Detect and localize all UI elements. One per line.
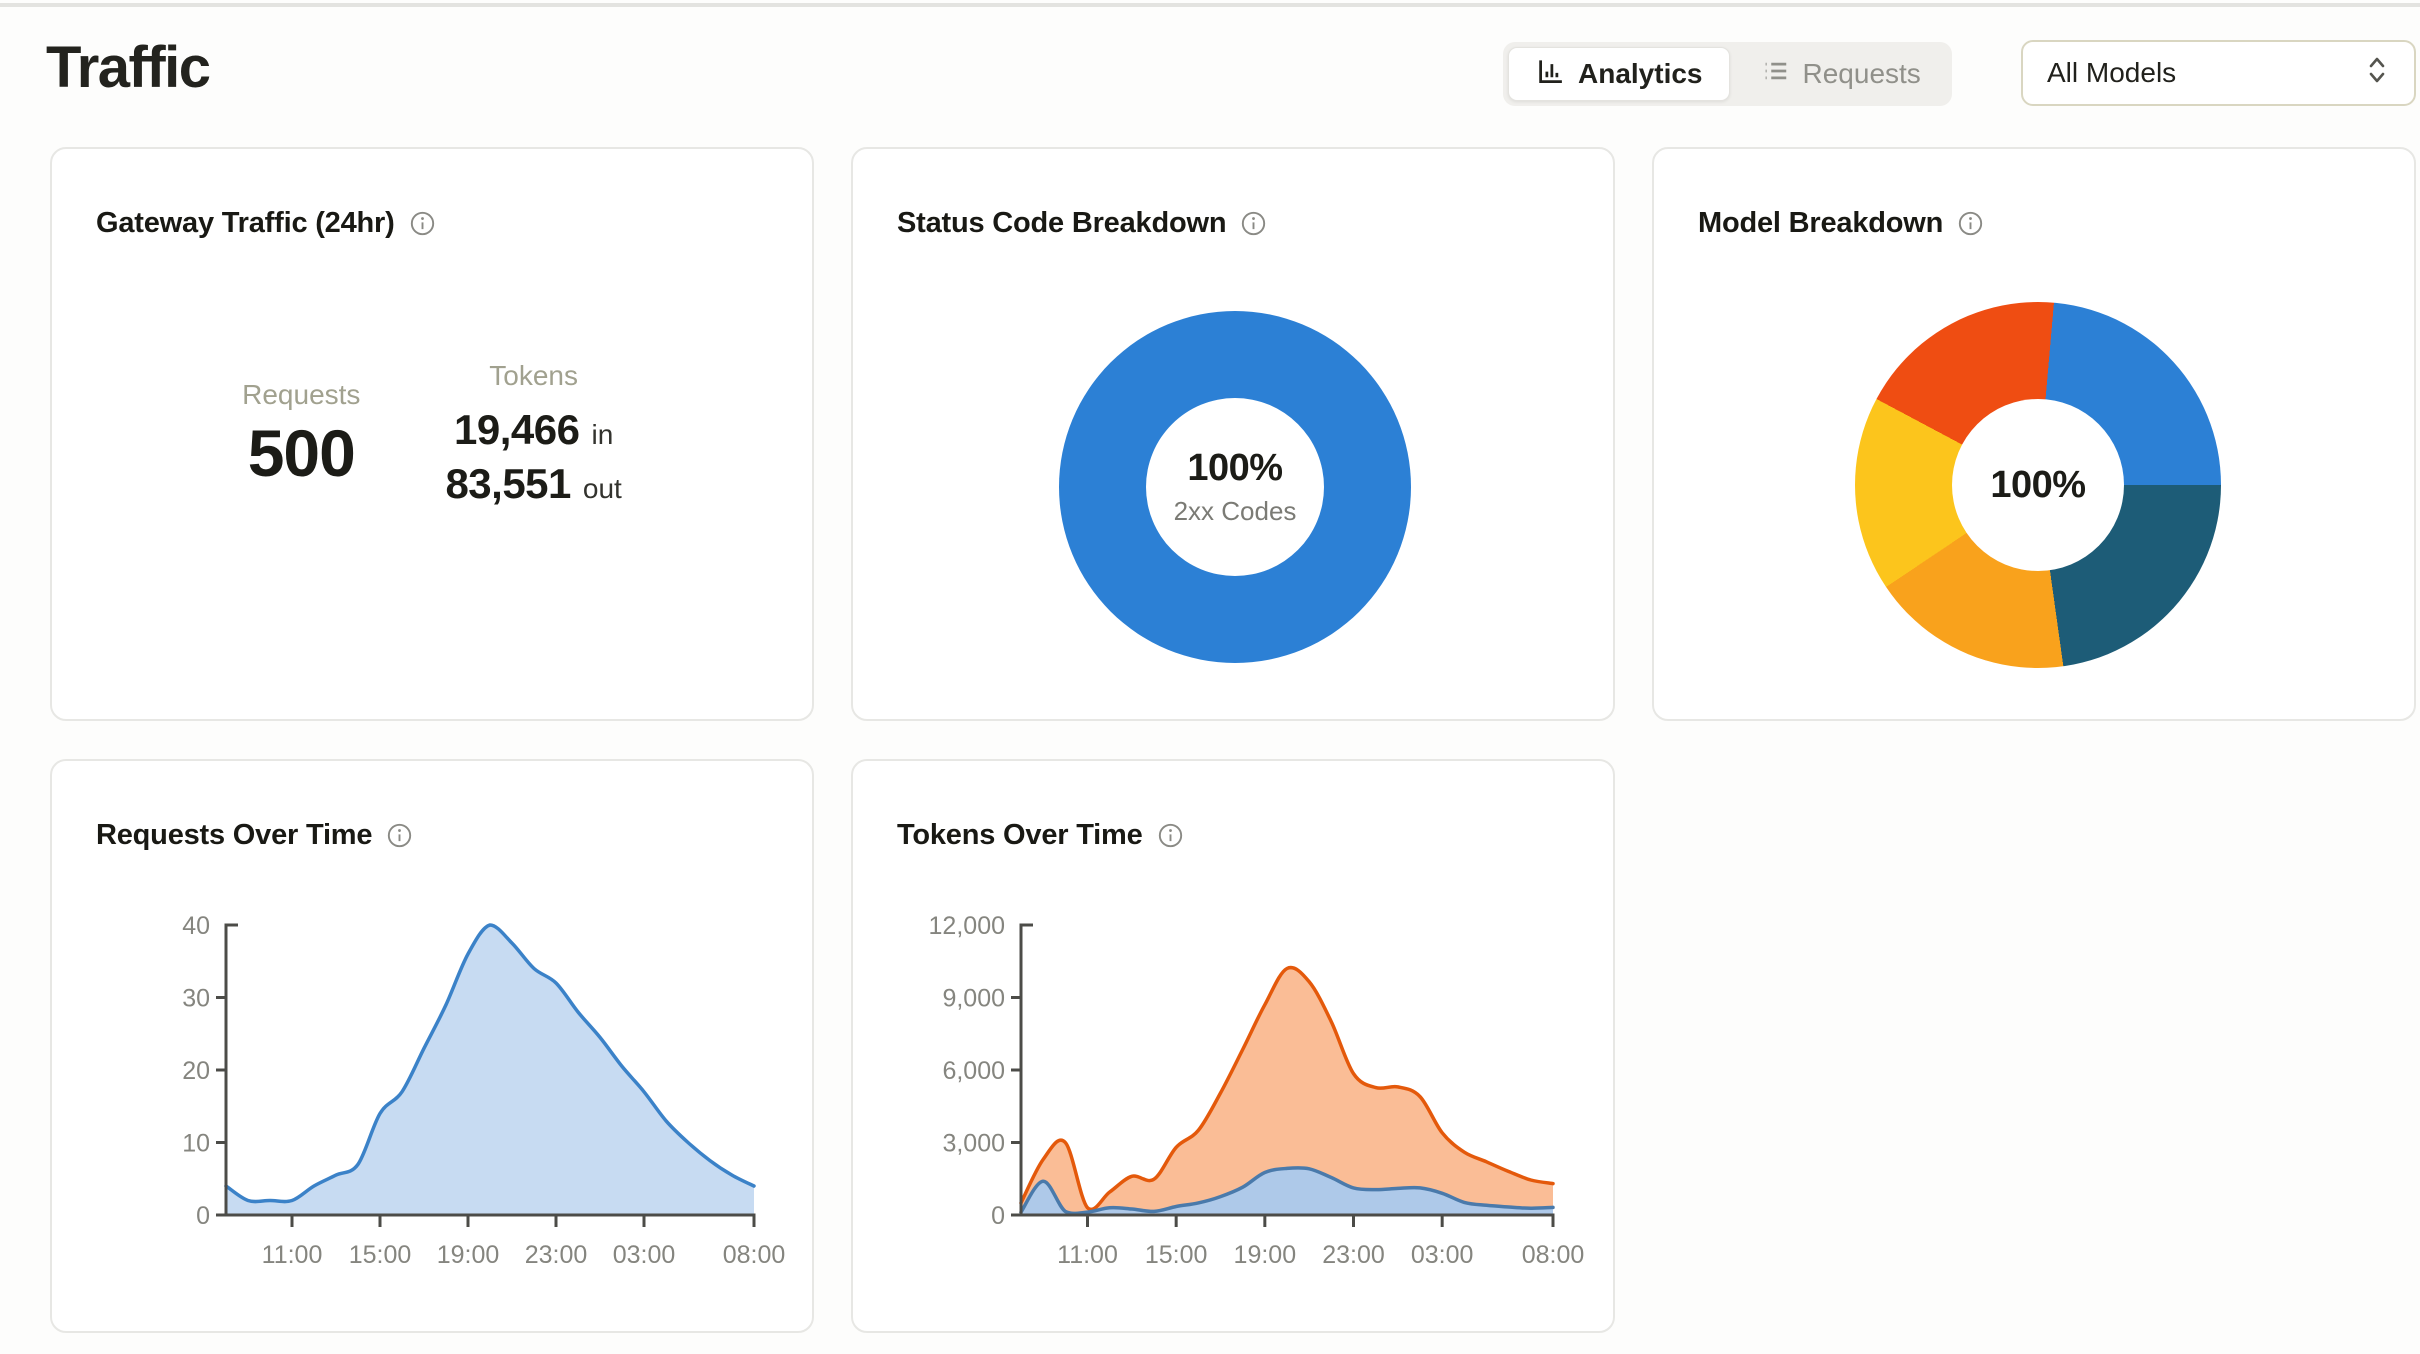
tab-requests-label: Requests — [1803, 58, 1921, 90]
list-icon — [1760, 56, 1790, 93]
status-code-breakdown-card: Status Code Breakdown 100% 2xx Codes — [851, 147, 1615, 721]
model-breakdown-donut-chart: 100% — [1855, 302, 2221, 668]
tokens-over-time-chart: 0 3,000 6,000 9,000 12,000 11:00 15:00 19:00 23:… — [853, 761, 1617, 1335]
gateway-stats: Requests 500 Tokens 19,466 in 83,551 out — [52, 149, 812, 719]
tokens-stat-label: Tokens — [489, 360, 578, 392]
svg-text:9,000: 9,000 — [942, 985, 1005, 1013]
tokens-out-suffix: out — [583, 473, 622, 505]
svg-text:23:00: 23:00 — [1322, 1241, 1385, 1269]
svg-text:15:00: 15:00 — [1145, 1241, 1208, 1269]
requests-stat-label: Requests — [242, 379, 360, 411]
svg-text:40: 40 — [182, 912, 210, 940]
status-card-title: Status Code Breakdown — [897, 207, 1267, 240]
svg-text:0: 0 — [196, 1202, 210, 1230]
svg-text:23:00: 23:00 — [525, 1241, 588, 1269]
requests-stat-value: 500 — [248, 419, 355, 488]
info-icon[interactable] — [1240, 210, 1267, 237]
select-chevrons-icon — [2364, 50, 2390, 97]
svg-text:10: 10 — [182, 1130, 210, 1158]
tab-analytics-label: Analytics — [1578, 58, 1703, 90]
svg-text:15:00: 15:00 — [349, 1241, 412, 1269]
status-card-title-text: Status Code Breakdown — [897, 207, 1226, 240]
model-card-title: Model Breakdown — [1698, 207, 1984, 240]
model-filter-select[interactable]: All Models — [2021, 40, 2416, 106]
gateway-tokens-stat: Tokens 19,466 in 83,551 out — [445, 360, 621, 508]
status-donut-percent: 100% — [1187, 447, 1282, 490]
page-title: Traffic — [46, 34, 210, 101]
view-toggle: Analytics Requests — [1503, 42, 1952, 106]
svg-text:20: 20 — [182, 1057, 210, 1085]
svg-text:6,000: 6,000 — [942, 1057, 1005, 1085]
svg-text:08:00: 08:00 — [1522, 1241, 1585, 1269]
model-filter-value: All Models — [2047, 57, 2176, 89]
svg-text:3,000: 3,000 — [942, 1130, 1005, 1158]
requests-over-time-chart: 0 10 20 30 40 11:00 15:00 19:00 23:00 03:00 08:00 — [52, 761, 816, 1335]
tokens-over-time-card: Tokens Over Time 03,0006,0009,00012,0001… — [851, 759, 1615, 1333]
svg-text:19:00: 19:00 — [1234, 1241, 1297, 1269]
tab-requests[interactable]: Requests — [1734, 47, 1947, 101]
tokens-in-row: 19,466 in — [454, 406, 613, 454]
svg-text:08:00: 08:00 — [723, 1241, 786, 1269]
status-donut-label: 2xx Codes — [1174, 496, 1297, 527]
gateway-traffic-card: Gateway Traffic (24hr) Requests 500 Toke… — [50, 147, 814, 721]
tokens-out-row: 83,551 out — [445, 460, 621, 508]
info-icon[interactable] — [1957, 210, 1984, 237]
status-code-donut-chart: 100% 2xx Codes — [1059, 311, 1411, 663]
svg-text:11:00: 11:00 — [262, 1241, 323, 1269]
gateway-requests-stat: Requests 500 — [242, 379, 360, 488]
bar-chart-icon — [1535, 56, 1565, 93]
svg-text:12,000: 12,000 — [929, 912, 1005, 940]
model-breakdown-card: Model Breakdown 100% — [1652, 147, 2416, 721]
svg-text:19:00: 19:00 — [437, 1241, 500, 1269]
svg-text:11:00: 11:00 — [1057, 1241, 1118, 1269]
model-donut-percent: 100% — [1990, 464, 2085, 507]
top-border-line — [0, 3, 2420, 7]
tokens-out-value: 83,551 — [445, 460, 570, 508]
svg-text:03:00: 03:00 — [1411, 1241, 1474, 1269]
svg-text:0: 0 — [991, 1202, 1005, 1230]
tokens-in-value: 19,466 — [454, 406, 579, 454]
model-donut-center: 100% — [1952, 399, 2124, 571]
traffic-dashboard: { "page": {"title": "Traffic"}, "header"… — [0, 0, 2420, 1354]
tab-analytics[interactable]: Analytics — [1508, 47, 1730, 101]
svg-text:30: 30 — [182, 985, 210, 1013]
svg-text:03:00: 03:00 — [613, 1241, 676, 1269]
status-donut-center: 100% 2xx Codes — [1146, 398, 1324, 576]
header-controls: Analytics Requests All Models — [0, 40, 2420, 110]
tokens-in-suffix: in — [591, 419, 613, 451]
requests-over-time-card: Requests Over Time 01020304011:0015:0019… — [50, 759, 814, 1333]
model-card-title-text: Model Breakdown — [1698, 207, 1943, 240]
